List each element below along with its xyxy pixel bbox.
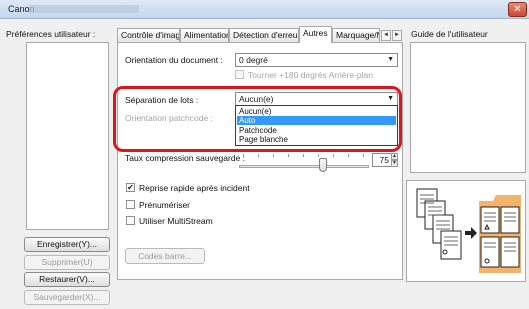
user-preferences-list[interactable] xyxy=(26,42,109,230)
batch-separation-illustration-icon xyxy=(416,188,521,273)
multistream-checkbox[interactable] xyxy=(126,216,135,225)
tab-imprinting[interactable]: Marquage/Ma xyxy=(332,28,380,42)
backup-preferences-button[interactable]: Sauvegarder(X)... xyxy=(24,290,110,305)
close-icon[interactable]: ✕ xyxy=(508,2,527,17)
spin-up-icon[interactable]: ▲ xyxy=(391,153,398,160)
callout-highlight-outline xyxy=(113,86,402,152)
user-preferences-label: Préférences utilisateur : xyxy=(6,29,96,39)
slider-tick xyxy=(303,154,304,157)
slider-tick xyxy=(258,154,259,157)
user-guide-label: Guide de l'utilisateur xyxy=(411,29,488,39)
document-orientation-label: Orientation du document : xyxy=(125,55,223,65)
chevron-down-icon: ▼ xyxy=(387,56,394,63)
document-orientation-select[interactable]: 0 degré ▼ xyxy=(235,53,398,67)
slider-tick xyxy=(273,154,274,157)
tab-image-control[interactable]: Contrôle d'image xyxy=(117,28,180,42)
slider-tick xyxy=(333,154,334,157)
illustration-panel xyxy=(406,180,526,282)
slider-tick xyxy=(288,154,289,157)
window-title-device-name xyxy=(29,5,139,13)
slider-tick xyxy=(318,154,319,157)
barcode-button[interactable]: Codes barre... xyxy=(125,248,205,264)
compression-slider-track[interactable] xyxy=(239,165,369,168)
tab-error-detection[interactable]: Détection d'erreur xyxy=(229,28,299,42)
slider-tick xyxy=(363,154,364,157)
rotate-180-checkbox[interactable] xyxy=(235,70,244,79)
rotate-180-label: Tourner +180 degrés Arrière-plan xyxy=(248,70,373,80)
tab-scroll-right-icon[interactable]: ► xyxy=(392,30,402,41)
tab-feeding[interactable]: Alimentation xyxy=(180,28,229,42)
tab-others[interactable]: Autres xyxy=(299,26,332,43)
document-orientation-value: 0 degré xyxy=(239,55,268,65)
delete-preferences-button[interactable]: Supprimer(U) xyxy=(24,255,110,270)
compression-slider-thumb[interactable] xyxy=(319,158,327,172)
slider-tick xyxy=(243,154,244,157)
spin-down-icon[interactable]: ▼ xyxy=(391,160,398,167)
slider-tick xyxy=(348,154,349,157)
prescan-label: Prénumériser xyxy=(139,200,191,210)
restore-preferences-button[interactable]: Restaurer(V)... xyxy=(24,272,110,287)
quick-recovery-label: Reprise rapide après incident xyxy=(139,183,250,193)
multistream-label: Utiliser MultiStream xyxy=(139,216,213,226)
tab-scroll-left-icon[interactable]: ◄ xyxy=(381,30,391,41)
quick-recovery-checkbox[interactable]: ✔ xyxy=(126,183,135,192)
compression-label: Taux compression sauvegarde : xyxy=(125,153,246,163)
compression-value-input[interactable]: 75 xyxy=(372,153,392,167)
save-preferences-button[interactable]: Enregistrer(Y)... xyxy=(24,237,110,252)
user-guide-panel xyxy=(410,42,526,173)
prescan-checkbox[interactable] xyxy=(126,200,135,209)
